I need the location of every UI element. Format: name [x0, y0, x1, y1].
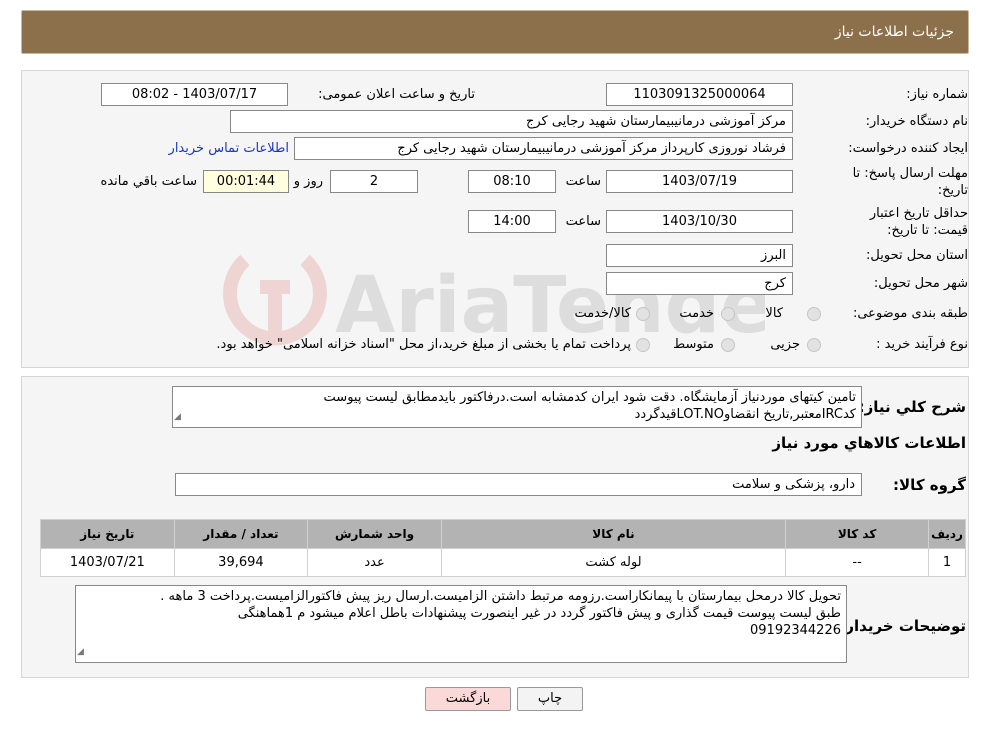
cell-date: 1403/07/21 [40, 548, 175, 577]
table-row: 1 -- لوله کشت عدد 39,694 1403/07/21 [40, 548, 966, 577]
days-label: روز و [293, 174, 323, 189]
description-textarea: تامین کیتهای موردنیاز آزمایشگاه. دقت شود… [172, 386, 862, 428]
category-option-service: خدمت [679, 306, 714, 321]
buyer-notes-line-1: تحویل کالا درمحل بیمارستان با پیمانکاراس… [160, 589, 841, 604]
goods-table-header: ردیف کد کالا نام کالا واحد شمارش تعداد /… [40, 519, 966, 549]
cell-row: 1 [928, 548, 966, 577]
announce-label: تاریخ و ساعت اعلان عمومی: [318, 87, 475, 102]
cell-name: لوله کشت [440, 548, 787, 577]
buyer-notes-label: توضیحات خریدار: [839, 617, 966, 635]
process-option-minor: جزیی [770, 337, 800, 352]
creator-label: ایجاد کننده درخواست: [848, 141, 968, 156]
category-radio-goods[interactable] [807, 307, 821, 321]
col-unit: واحد شمارش [307, 519, 442, 549]
goods-group-label: گروه کالا: [893, 476, 966, 494]
process-radio-medium[interactable] [721, 338, 735, 352]
process-radio-minor[interactable] [807, 338, 821, 352]
deadline-label: مهلت ارسال پاسخ: تا تاریخ: [852, 166, 968, 198]
validity-date-field: 1403/10/30 [606, 210, 793, 233]
process-label: نوع فرآیند خرید : [876, 337, 968, 352]
description-label: شرح کلي نياز: [858, 398, 966, 416]
category-radio-goods-service[interactable] [636, 307, 650, 321]
remaining-time-field: 00:01:44 [203, 170, 289, 193]
col-name: نام کالا [440, 519, 787, 549]
validity-time-label: ساعت [565, 214, 601, 229]
creator-field: فرشاد نوروزی کارپرداز مرکز آموزشی درمانی… [294, 137, 793, 160]
contact-info-link[interactable]: اطلاعات تماس خریدار [169, 141, 289, 156]
province-label: استان محل تحویل: [866, 248, 968, 263]
goods-group-field: دارو، پزشکی و سلامت [175, 473, 862, 496]
city-label: شهر محل تحویل: [873, 276, 968, 291]
buyer-notes-textarea: تحویل کالا درمحل بیمارستان با پیمانکاراس… [75, 585, 847, 663]
buyer-notes-line-3: 09192344226 [750, 623, 841, 638]
page-title: جزئیات اطلاعات نیاز [834, 24, 954, 40]
category-radio-service[interactable] [721, 307, 735, 321]
payment-note: پرداخت تمام یا بخشی از مبلغ خرید،از محل … [216, 337, 631, 352]
buyer-notes-line-2: طبق لیست پیوست قیمت گذاری و پیش فاکتور گ… [237, 606, 841, 621]
need-number-field: 1103091325000064 [606, 83, 793, 106]
cell-code: -- [785, 548, 929, 577]
validity-label: حداقل تاریخ اعتبار قیمت: تا تاریخ: [869, 206, 968, 238]
category-option-goods-service: کالا/خدمت [574, 306, 631, 321]
resize-grip-icon[interactable]: ◢ [77, 644, 84, 661]
back-button[interactable]: بازگشت [425, 687, 511, 711]
process-radio-treasury[interactable] [636, 338, 650, 352]
deadline-date-field: 1403/07/19 [606, 170, 793, 193]
deadline-time-label: ساعت [565, 174, 601, 189]
description-line-2: کدIRCمعتبر,تاریخ انقضاوLOT.NOقیدگردد [634, 407, 856, 422]
city-field: کرج [606, 272, 793, 295]
description-line-1: تامین کیتهای موردنیاز آزمایشگاه. دقت شود… [323, 390, 856, 405]
goods-section-title: اطلاعات کالاهاي مورد نياز [772, 434, 966, 452]
buyer-org-label: نام دستگاه خریدار: [865, 114, 968, 129]
days-field: 2 [330, 170, 418, 193]
cell-qty: 39,694 [173, 548, 309, 577]
validity-time-field: 14:00 [468, 210, 556, 233]
announce-field: 1403/07/17 - 08:02 [101, 83, 288, 106]
category-option-goods: کالا [765, 306, 783, 321]
category-label: طبقه بندی موضوعی: [852, 306, 968, 321]
goods-table: ردیف کد کالا نام کالا واحد شمارش تعداد /… [40, 519, 966, 577]
deadline-time-field: 08:10 [468, 170, 556, 193]
process-option-medium: متوسط [673, 337, 714, 352]
remaining-time-label: ساعت باقي مانده [100, 174, 197, 189]
col-code: کد کالا [785, 519, 929, 549]
province-field: البرز [606, 244, 793, 267]
col-row: ردیف [928, 519, 966, 549]
print-button[interactable]: چاپ [517, 687, 583, 711]
resize-grip-icon[interactable]: ◢ [174, 409, 181, 426]
buyer-org-field: مرکز آموزشی درمانیبیمارستان شهید رجایی ک… [230, 110, 793, 133]
cell-unit: عدد [307, 548, 442, 577]
col-qty: تعداد / مقدار [173, 519, 309, 549]
col-date: تاریخ نیاز [40, 519, 175, 549]
page-header: جزئیات اطلاعات نیاز [21, 10, 969, 54]
need-number-label: شماره نیاز: [906, 87, 968, 102]
